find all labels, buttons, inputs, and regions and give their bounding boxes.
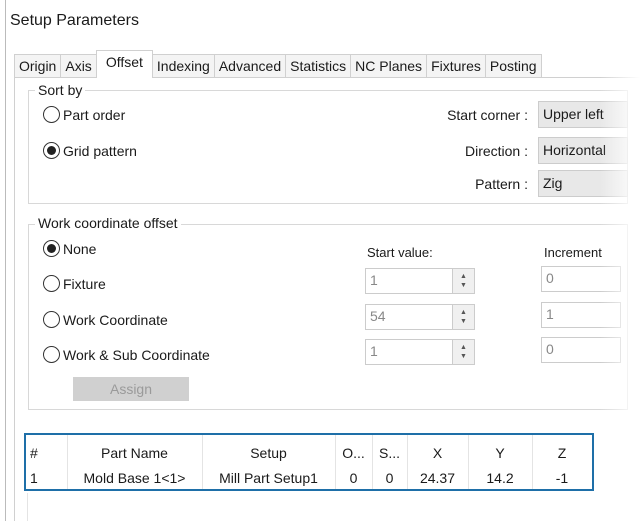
window-title: Setup Parameters [10,12,139,29]
parts-table: # Part Name Setup O... S... X Y Z 1 Mold… [24,433,594,491]
edge-fade [600,0,640,521]
spinner-arrows-icon[interactable]: ▲ ▼ [452,340,474,364]
radio-circle [43,311,60,328]
cell-num: 1 [30,470,38,486]
tab-nc-planes[interactable]: NC Planes [350,54,428,78]
start-value-label: Start value: [367,245,433,260]
direction-label: Direction : [464,143,528,159]
tab-offset[interactable]: Offset [95,50,153,78]
tab-statistics[interactable]: Statistics [285,54,352,78]
spinner-arrows-icon[interactable]: ▲ ▼ [452,269,474,293]
spinner-arrows-icon[interactable]: ▲ ▼ [452,305,474,329]
radio-label: Fixture [63,275,106,292]
radio-work-coordinate[interactable]: Work Coordinate [43,311,168,328]
radio-label: Work & Sub Coordinate [63,346,210,363]
radio-part-order[interactable]: Part order [43,106,125,123]
radio-none[interactable]: None [43,240,96,257]
radio-label: Part order [63,106,126,123]
radio-fixture[interactable]: Fixture [43,275,106,292]
tab-origin[interactable]: Origin [14,54,62,78]
cell-z: -1 [555,470,569,486]
cell-o: 0 [349,470,358,486]
start-value-spinner-work[interactable]: 54 ▲ ▼ [365,304,475,330]
header-num[interactable]: # [30,445,38,461]
tab-axis[interactable]: Axis [60,54,97,78]
header-s[interactable]: S... [372,445,407,461]
spinner-value[interactable]: 1 [366,340,452,364]
wco-label: Work coordinate offset [35,215,181,231]
tab-fixtures[interactable]: Fixtures [426,54,486,78]
radio-label: Grid pattern [63,142,137,159]
header-part-name[interactable]: Part Name [67,445,202,461]
header-setup[interactable]: Setup [202,445,335,461]
radio-circle [43,142,60,159]
tab-posting[interactable]: Posting [484,54,542,78]
header-o[interactable]: O... [335,445,372,461]
header-x[interactable]: X [407,445,468,461]
radio-label: Work Coordinate [63,311,168,328]
tab-bar: Origin Axis Offset Indexing Advanced Sta… [14,50,542,78]
radio-label: None [63,240,97,257]
cell-y: 14.2 [486,470,514,486]
cell-x: 24.37 [419,470,456,486]
sort-by-label: Sort by [35,82,86,98]
spinner-value[interactable]: 54 [366,305,452,329]
cell-setup: Mill Part Setup1 [219,470,318,486]
start-value-spinner-fixture[interactable]: 1 ▲ ▼ [365,268,475,294]
start-corner-label: Start corner : [447,107,528,123]
radio-grid-pattern[interactable]: Grid pattern [43,142,137,159]
tab-advanced[interactable]: Advanced [213,54,287,78]
table-empty-area [27,493,627,521]
header-y[interactable]: Y [468,445,532,461]
radio-circle [43,346,60,363]
header-z[interactable]: Z [532,445,592,461]
cell-s: 0 [385,470,394,486]
start-value-spinner-sub[interactable]: 1 ▲ ▼ [365,339,475,365]
spinner-value[interactable]: 1 [366,269,452,293]
assign-button[interactable]: Assign [73,377,189,401]
cell-part-name: Mold Base 1<1> [83,470,186,486]
increment-label: Increment [544,245,602,260]
radio-work-sub-coordinate[interactable]: Work & Sub Coordinate [43,346,210,363]
radio-circle [43,106,60,123]
radio-circle [43,275,60,292]
tab-indexing[interactable]: Indexing [151,54,215,78]
pattern-label: Pattern : [475,176,528,192]
radio-circle [43,240,60,257]
